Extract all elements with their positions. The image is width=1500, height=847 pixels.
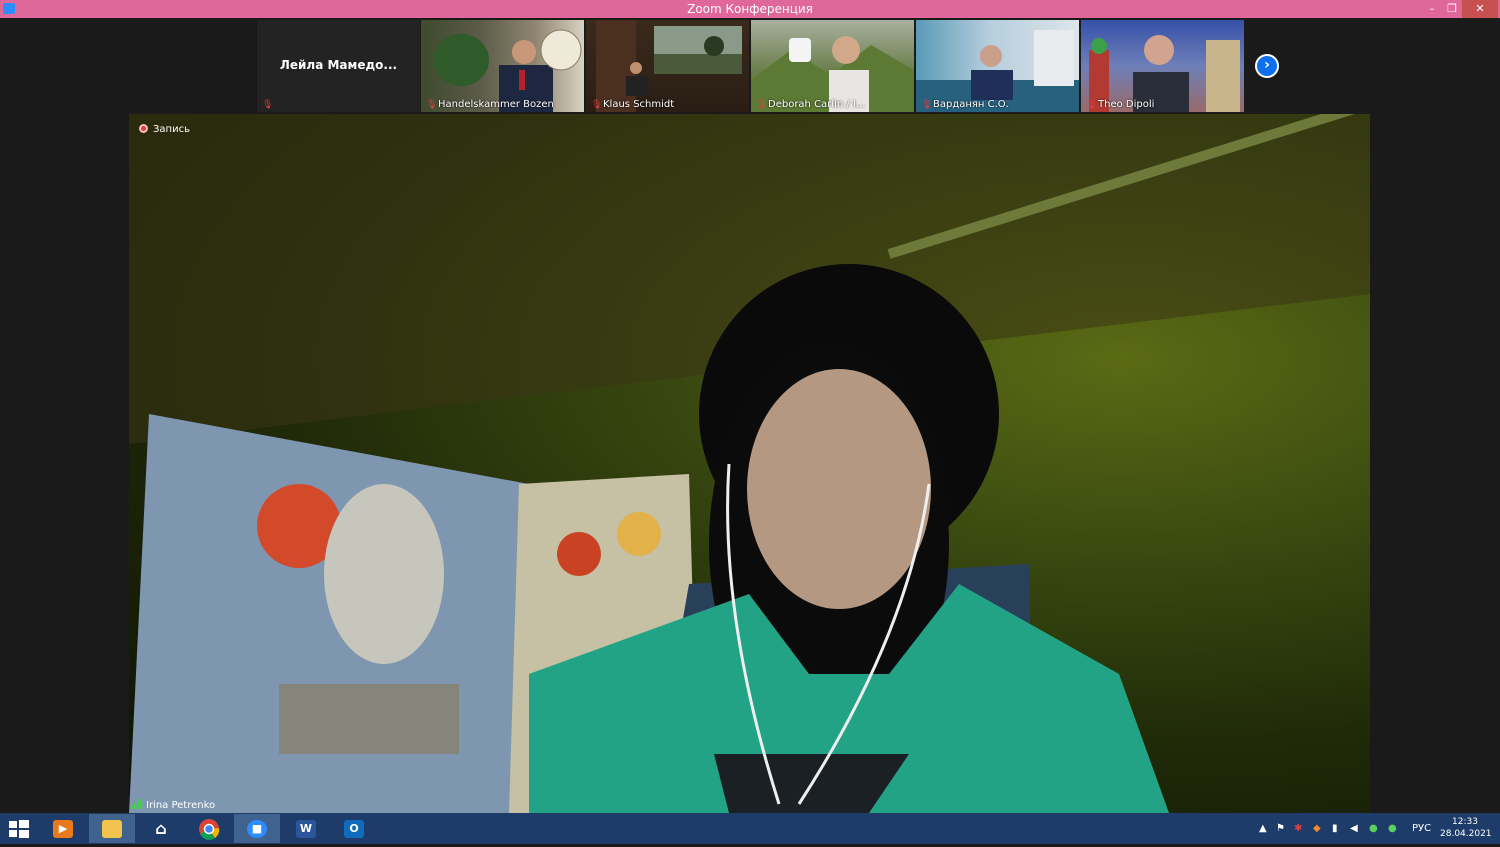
participant-name: Klaus Schmidt	[603, 99, 675, 110]
taskbar-file-explorer[interactable]	[89, 814, 135, 843]
participant-tile[interactable]: 🎙 Handelskammer Bozen	[421, 20, 584, 112]
close-button[interactable]: ✕	[1462, 0, 1498, 18]
chrome-icon	[199, 819, 220, 840]
taskbar-chrome[interactable]	[186, 814, 232, 843]
action-center-flag-icon[interactable]: ⚑	[1276, 813, 1285, 844]
system-clock[interactable]: 12:33 28.04.2021	[1440, 816, 1492, 840]
participant-tile[interactable]: 🎙 Deborah Carlin / I...	[751, 20, 914, 112]
outlook-icon: O	[344, 820, 364, 838]
next-page-button[interactable]: ›	[1255, 54, 1279, 78]
taskbar-zoom[interactable]: ■	[234, 814, 280, 843]
taskbar-word[interactable]: W	[283, 814, 329, 843]
speaker-name: Irina Petrenko	[146, 800, 216, 811]
recording-dot-icon	[139, 124, 148, 133]
participant-name: Варданян С.О.	[933, 99, 1009, 110]
language-indicator[interactable]: РУС	[1412, 813, 1431, 844]
network-icon[interactable]: ▮	[1332, 813, 1338, 844]
muted-mic-icon: 🎙	[1086, 100, 1098, 110]
participant-name: Deborah Carlin / I...	[768, 99, 866, 110]
recording-label: Запись	[153, 124, 190, 135]
participant-name-large: Лейла Мамедо...	[279, 58, 398, 72]
word-icon: W	[296, 820, 316, 838]
speaker-video-scene	[129, 114, 1370, 813]
volume-icon[interactable]: ◀	[1350, 813, 1358, 844]
muted-mic-icon: 🎙	[426, 100, 438, 110]
participant-name: Theo Dipoli	[1098, 99, 1155, 110]
windows-taskbar: ▶ ⌂ ■ W O ▲ ⚑ ✱ ◆ ▮ ◀ ● ● РУС 12:33 28.0…	[0, 813, 1500, 844]
participant-tile[interactable]: Лейла Мамедо... 🎙	[257, 20, 420, 112]
participant-tile[interactable]: 🎙 Klaus Schmidt	[586, 20, 749, 112]
participant-strip: Лейла Мамедо... 🎙 🎙 Handelskammer Bozen …	[0, 18, 1500, 114]
window-title: Zoom Конференция	[687, 2, 813, 16]
active-speaker-video: Запись Irina Petrenko	[129, 114, 1370, 813]
update-icon[interactable]: ●	[1369, 813, 1378, 844]
folder-icon	[102, 820, 122, 838]
signal-strength-icon	[131, 799, 143, 809]
clock-date: 28.04.2021	[1440, 829, 1492, 839]
muted-mic-icon: 🎙	[262, 100, 274, 110]
participant-name: Handelskammer Bozen	[438, 99, 554, 110]
participant-tile[interactable]: 🎙 Варданян С.О.	[916, 20, 1079, 112]
home-icon: ⌂	[155, 819, 167, 838]
antivirus-icon[interactable]: ✱	[1294, 813, 1302, 844]
muted-mic-icon: 🎙	[921, 100, 933, 110]
muted-mic-icon: 🎙	[591, 100, 603, 110]
window-titlebar: Zoom Конференция – ❐ ✕	[0, 0, 1500, 18]
taskbar-media-player[interactable]: ▶	[40, 814, 86, 843]
muted-mic-icon: 🎙	[756, 100, 768, 110]
taskbar-home[interactable]: ⌂	[138, 814, 184, 843]
taskbar-outlook[interactable]: O	[331, 814, 377, 843]
participant-tile[interactable]: 🎙 Theo Dipoli	[1081, 20, 1244, 112]
sync-icon[interactable]: ●	[1388, 813, 1397, 844]
show-hidden-icons-button[interactable]: ▲	[1259, 813, 1267, 844]
active-speaker-label: Irina Petrenko	[131, 799, 215, 812]
clock-time: 12:33	[1452, 817, 1478, 827]
recording-indicator: Запись	[139, 124, 190, 136]
media-player-icon: ▶	[53, 820, 73, 838]
security-shield-icon[interactable]: ◆	[1313, 813, 1321, 844]
zoom-camera-icon: ■	[247, 820, 267, 838]
